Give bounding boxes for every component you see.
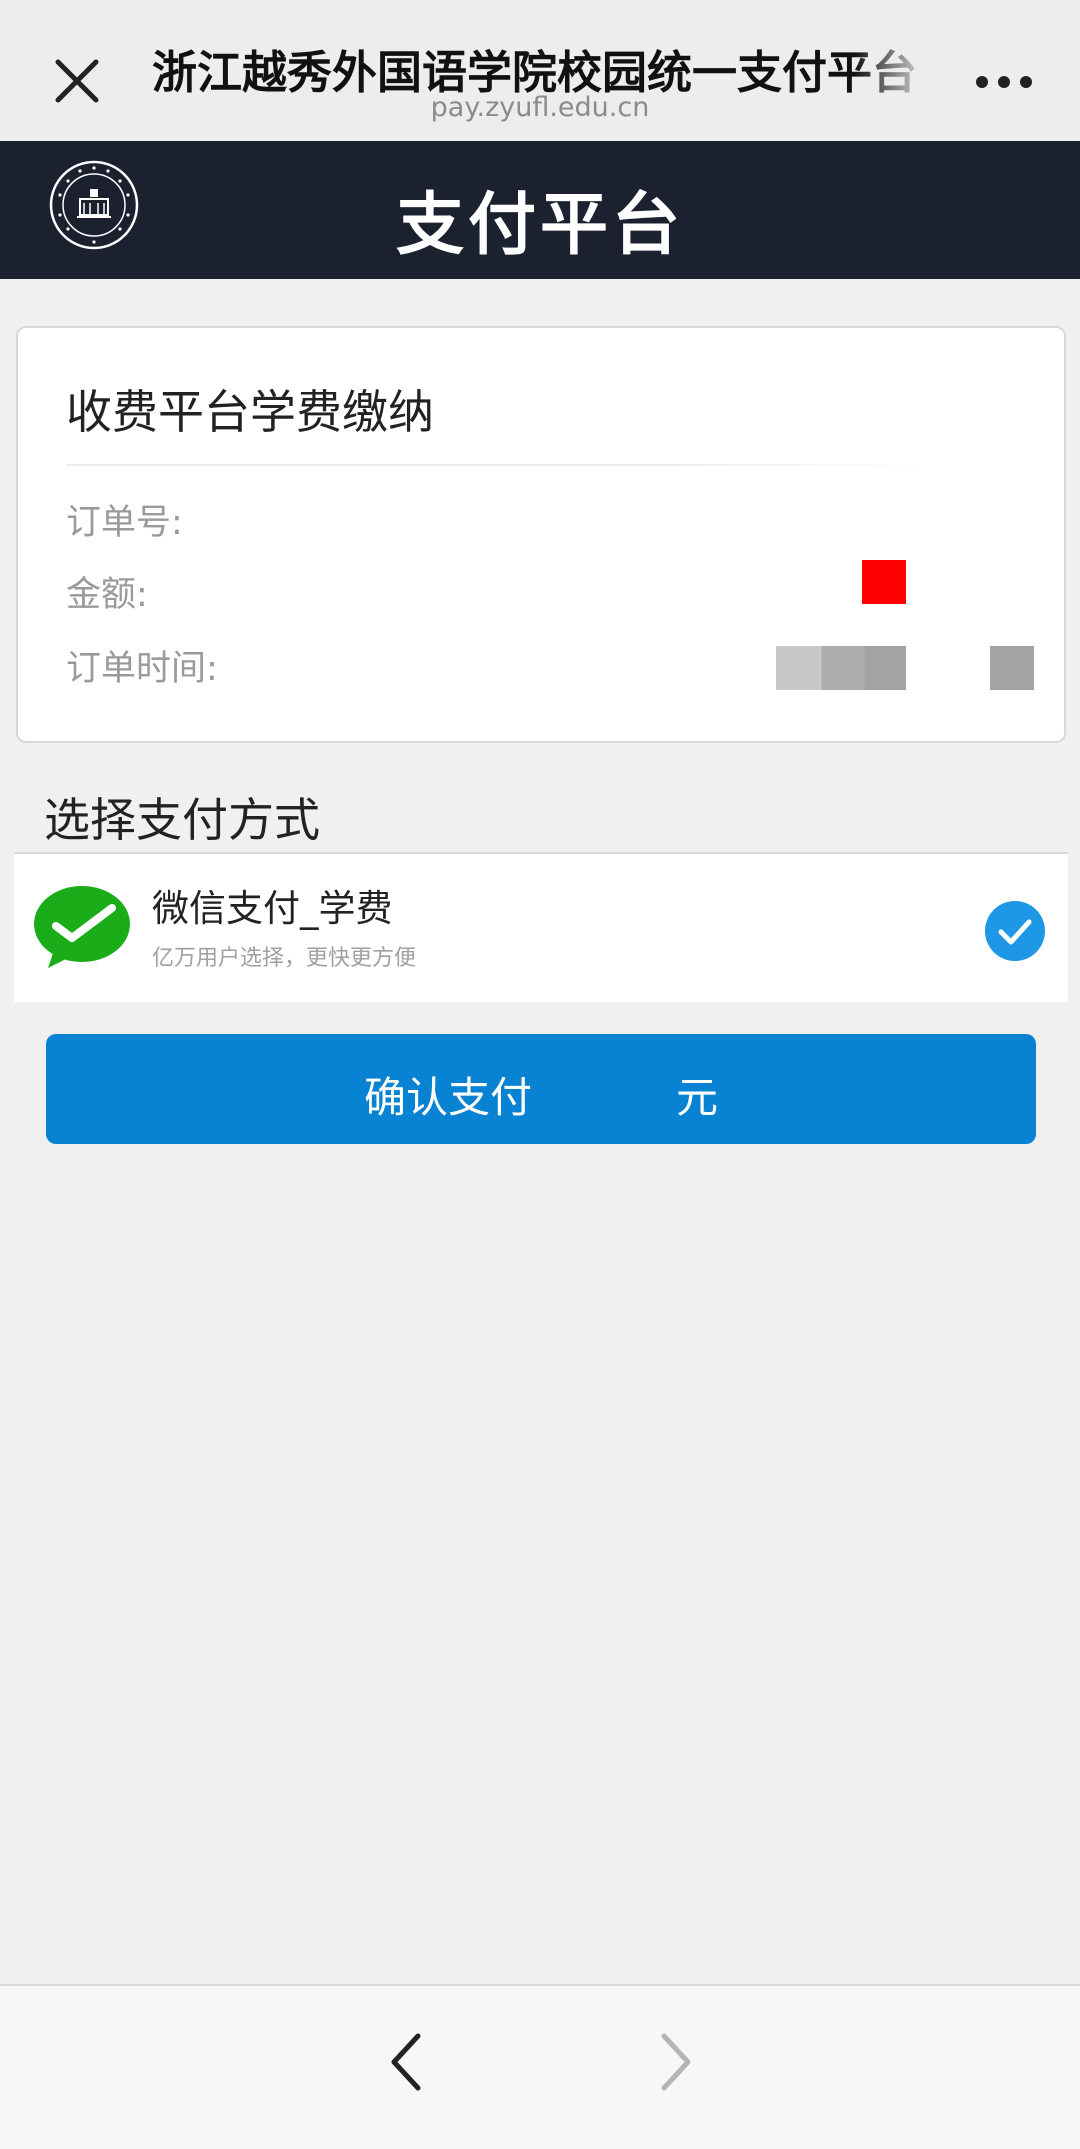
payment-method-title: 选择支付方式 <box>44 793 320 847</box>
page-url: pay.zyufl.edu.cn <box>430 92 650 123</box>
page-title: 浙江越秀外国语学院校园统一支付平台 <box>152 46 918 96</box>
order-time-redacted-2 <box>990 646 1034 690</box>
back-arrow-icon[interactable] <box>380 2022 430 2102</box>
check-circle-icon[interactable] <box>984 900 1046 962</box>
card-divider <box>66 464 926 466</box>
order-number-label: 订单号: <box>66 503 183 543</box>
payment-method-name: 微信支付_学费 <box>152 887 393 930</box>
confirm-payment-label: 确认支付 <box>364 1073 533 1122</box>
amount-label: 金额: <box>66 575 148 615</box>
order-title: 收费平台学费缴纳 <box>66 385 434 439</box>
amount-redacted <box>862 560 906 604</box>
order-time-redacted <box>776 646 906 690</box>
more-icon[interactable] <box>968 60 1058 100</box>
confirm-payment-button[interactable]: 确认支付 元 <box>46 1034 1036 1144</box>
site-header: 支付平台 <box>0 141 1080 279</box>
payment-method-description: 亿万用户选择，更快更方便 <box>152 946 417 971</box>
browser-top-bar: 浙江越秀外国语学院校园统一支付平台 pay.zyufl.edu.cn <box>0 0 1080 141</box>
currency-unit: 元 <box>676 1073 719 1122</box>
browser-bottom-bar <box>0 1984 1080 2149</box>
order-card: 收费平台学费缴纳 订单号: 金额: 订单时间: <box>16 326 1066 743</box>
wechat-icon <box>32 884 132 970</box>
forward-arrow-icon[interactable] <box>652 2022 702 2102</box>
wechat-pay-option[interactable]: 微信支付_学费 亿万用户选择，更快更方便 <box>14 854 1068 1002</box>
header-title: 支付平台 <box>395 186 684 265</box>
order-time-label: 订单时间: <box>66 649 218 689</box>
